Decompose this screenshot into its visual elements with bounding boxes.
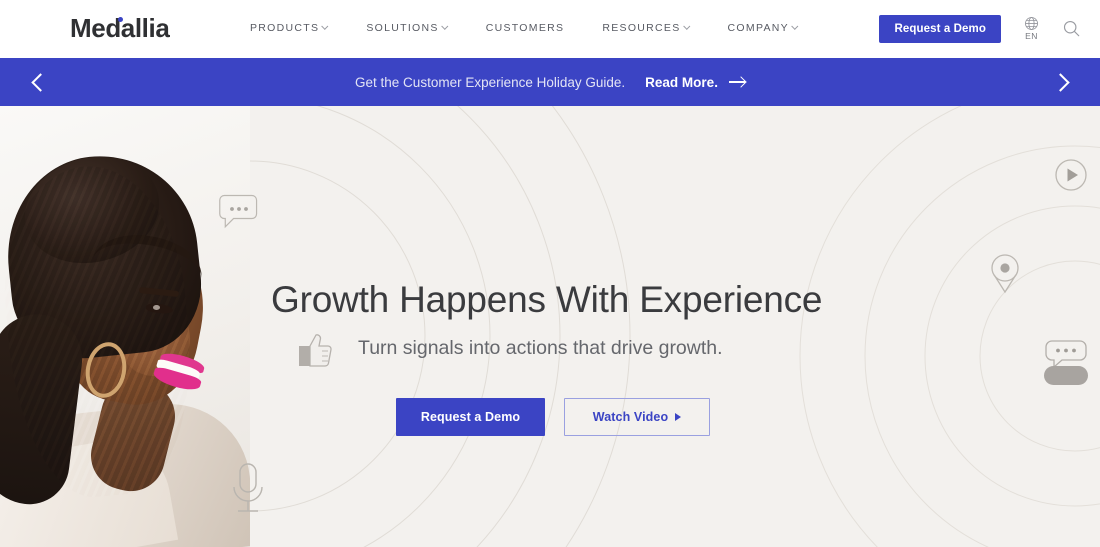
banner-read-more-link[interactable]: Read More. [645,75,745,90]
banner-prev-button[interactable] [0,58,80,106]
chevron-down-icon [682,22,690,30]
hero-request-demo-button[interactable]: Request a Demo [396,398,545,436]
nav-item-solutions[interactable]: SOLUTIONS [366,22,449,34]
nav-label: CUSTOMERS [485,22,565,34]
banner-message: Get the Customer Experience Holiday Guid… [355,74,626,90]
nav-label: SOLUTIONS [366,22,439,34]
nav-label: PRODUCTS [250,22,320,34]
nav-label: COMPANY [727,22,789,34]
hero-section: Growth Happens With Experience Turn sign… [0,106,1100,547]
banner-next-button[interactable] [1020,58,1100,106]
language-selector[interactable]: EN [1024,16,1039,41]
header-request-demo-button[interactable]: Request a Demo [879,15,1001,43]
search-button[interactable] [1062,19,1081,43]
banner-link-label: Read More. [645,74,718,90]
globe-icon [1025,17,1038,30]
site-header: Medallia PRODUCTS SOLUTIONS CUSTOMERS RE… [0,0,1100,58]
chevron-down-icon [321,22,329,30]
chevron-down-icon [440,22,449,30]
hero-watch-video-button[interactable]: Watch Video [564,398,710,436]
search-icon [1063,20,1080,37]
hero-content: Growth Happens With Experience Turn sign… [0,106,1100,547]
promo-banner: Get the Customer Experience Holiday Guid… [0,58,1100,106]
chevron-right-icon [1050,72,1070,92]
thumbs-up-icon [299,334,332,367]
page-root: Medallia PRODUCTS SOLUTIONS CUSTOMERS RE… [0,0,1100,547]
hero-cta-group: Request a Demo Watch Video [396,398,710,436]
nav-label: RESOURCES [602,22,681,34]
logo-dot-icon [117,17,123,22]
nav-item-customers[interactable]: CUSTOMERS [486,22,565,34]
nav-item-resources[interactable]: RESOURCES [602,22,690,34]
chevron-left-icon [30,72,50,92]
play-icon [675,413,682,421]
medallia-logo[interactable]: Medallia [70,13,170,44]
hero-subtitle: Turn signals into actions that drive gro… [358,337,723,359]
language-label: EN [1025,31,1038,41]
chevron-down-icon [791,22,799,30]
nav-item-products[interactable]: PRODUCTS [250,22,329,34]
main-navigation: PRODUCTS SOLUTIONS CUSTOMERS RESOURCES C… [250,22,799,34]
nav-item-company[interactable]: COMPANY [727,22,799,34]
watch-video-label: Watch Video [592,410,669,424]
hero-title: Growth Happens With Experience [271,279,823,320]
arrow-right-icon [728,81,745,83]
